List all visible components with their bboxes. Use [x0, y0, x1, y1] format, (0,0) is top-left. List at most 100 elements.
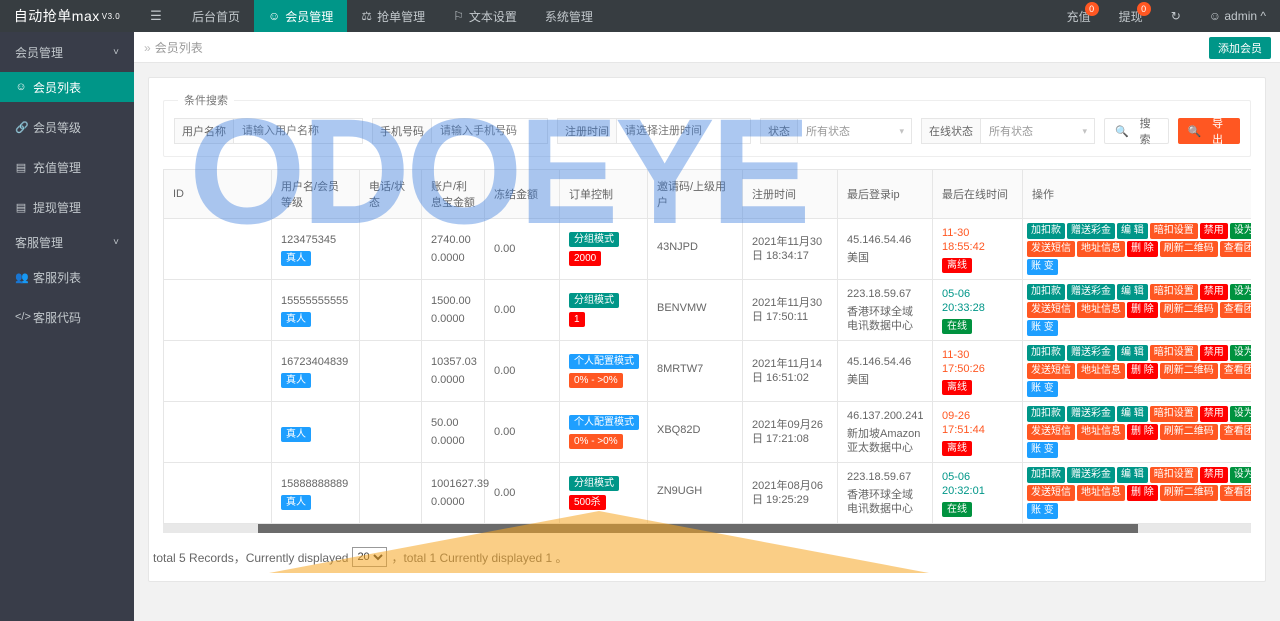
search-button-label: 搜 索: [1139, 118, 1151, 146]
sidebar-item-service-code[interactable]: </> 客服代码: [0, 302, 134, 332]
online-status-select[interactable]: 所有状态 ▾: [980, 118, 1095, 144]
nav-item-order-management[interactable]: ⚖ 抢单管理: [347, 0, 439, 32]
nav-item-text-settings[interactable]: ⚐ 文本设置: [439, 0, 531, 32]
action-button[interactable]: 赠送彩金: [1067, 467, 1115, 483]
status-select[interactable]: 所有状态 ▾: [797, 118, 912, 144]
action-button[interactable]: 刷新二维码: [1159, 424, 1218, 440]
sidebar-item-recharge-management[interactable]: ▤ 充值管理: [0, 152, 134, 182]
action-button[interactable]: 编 辑: [1117, 467, 1148, 483]
action-button[interactable]: 编 辑: [1117, 406, 1148, 422]
export-button[interactable]: 🔍 导 出: [1177, 118, 1240, 146]
action-button[interactable]: 加扣款: [1027, 467, 1065, 483]
refresh-icon[interactable]: ↻: [1157, 0, 1195, 32]
action-button[interactable]: 禁用: [1199, 406, 1228, 422]
action-button[interactable]: 编 辑: [1117, 223, 1148, 239]
action-button[interactable]: 加扣款: [1027, 345, 1065, 361]
action-button[interactable]: 暗扣设置: [1149, 345, 1198, 361]
action-button[interactable]: 刷新二维码: [1159, 302, 1218, 318]
action-button[interactable]: 账 变: [1027, 381, 1058, 397]
username-input[interactable]: [233, 118, 363, 144]
action-button[interactable]: 加扣款: [1027, 284, 1065, 300]
action-button[interactable]: 查看团队: [1219, 363, 1251, 379]
cell-last-ip: 46.137.200.241 新加坡Amazon亚太数据中心: [837, 401, 933, 463]
action-button[interactable]: 发送短信: [1027, 302, 1075, 318]
action-button[interactable]: 账 变: [1027, 320, 1058, 336]
action-button[interactable]: 设为假人: [1229, 467, 1251, 483]
action-button[interactable]: 设为假人: [1229, 223, 1251, 239]
action-button[interactable]: 发送短信: [1027, 363, 1075, 379]
action-button[interactable]: 暗扣设置: [1149, 284, 1198, 300]
action-button[interactable]: 地址信息: [1077, 424, 1125, 440]
action-button[interactable]: 赠送彩金: [1067, 223, 1115, 239]
add-member-button[interactable]: 添加会员: [1209, 37, 1271, 59]
sidebar-item-member-level[interactable]: 🔗 会员等级: [0, 112, 134, 142]
horizontal-scrollbar[interactable]: [163, 524, 1251, 533]
action-button[interactable]: 地址信息: [1077, 363, 1125, 379]
nav-item-member-management[interactable]: ☺ 会员管理: [254, 0, 348, 32]
sidebar-group-customer-service[interactable]: 客服管理 ˅: [0, 222, 134, 262]
action-button[interactable]: 赠送彩金: [1067, 406, 1115, 422]
action-button[interactable]: 设为假人: [1229, 345, 1251, 361]
action-button[interactable]: 编 辑: [1117, 345, 1148, 361]
action-button[interactable]: 账 变: [1027, 442, 1058, 458]
action-button[interactable]: 删 除: [1127, 241, 1158, 257]
action-button[interactable]: 查看团队: [1219, 485, 1251, 501]
action-button[interactable]: 暗扣设置: [1149, 467, 1198, 483]
action-button[interactable]: 禁用: [1199, 345, 1228, 361]
action-button[interactable]: 删 除: [1127, 485, 1158, 501]
recharge-button[interactable]: 充值 0: [1053, 0, 1105, 32]
action-button[interactable]: 暗扣设置: [1149, 406, 1198, 422]
nav-item-system-management[interactable]: 系统管理: [531, 0, 607, 32]
sidebar-item-label: 提现管理: [33, 200, 82, 215]
action-button[interactable]: 地址信息: [1077, 485, 1125, 501]
user-name-label: admin: [1224, 9, 1258, 23]
sidebar-item-withdraw-management[interactable]: ▤ 提现管理: [0, 192, 134, 222]
action-button[interactable]: 账 变: [1027, 259, 1058, 275]
user-menu[interactable]: ☺ admin ^: [1195, 0, 1280, 32]
action-button[interactable]: 查看团队: [1219, 241, 1251, 257]
sidebar-group-member-management[interactable]: 会员管理 ˅: [0, 32, 134, 72]
sidebar-item-member-list[interactable]: ☺ 会员列表: [0, 72, 134, 102]
action-button[interactable]: 发送短信: [1027, 424, 1075, 440]
action-button[interactable]: 禁用: [1199, 223, 1228, 239]
action-button[interactable]: 设为假人: [1229, 406, 1251, 422]
username-field-group: 用户名称: [174, 118, 363, 144]
search-button[interactable]: 🔍 搜 索: [1104, 118, 1169, 146]
breadcrumb-bar: » 会员列表 添加会员: [134, 32, 1280, 63]
action-button[interactable]: 发送短信: [1027, 241, 1075, 257]
action-button[interactable]: 查看团队: [1219, 302, 1251, 318]
action-button[interactable]: 赠送彩金: [1067, 345, 1115, 361]
action-button[interactable]: 发送短信: [1027, 485, 1075, 501]
nav-item-home[interactable]: 后台首页: [178, 0, 254, 32]
action-button[interactable]: 刷新二维码: [1159, 241, 1218, 257]
action-button[interactable]: 账 变: [1027, 503, 1058, 519]
action-button[interactable]: 禁用: [1199, 284, 1228, 300]
action-button[interactable]: 加扣款: [1027, 223, 1065, 239]
phone-input[interactable]: [431, 118, 548, 144]
action-button[interactable]: 删 除: [1127, 363, 1158, 379]
menu-icon[interactable]: ☰: [134, 0, 178, 32]
action-button[interactable]: 删 除: [1127, 302, 1158, 318]
username-value: 15888888889: [281, 477, 349, 490]
action-button[interactable]: 加扣款: [1027, 406, 1065, 422]
sidebar-group-label: 客服管理: [15, 235, 64, 250]
action-button[interactable]: 禁用: [1199, 467, 1228, 483]
cell-reg-time: 2021年09月26日 17:21:08: [742, 401, 838, 463]
cell-phone-status: [359, 401, 422, 463]
action-button[interactable]: 地址信息: [1077, 302, 1125, 318]
withdraw-button[interactable]: 提现 0: [1105, 0, 1157, 32]
page-size-select[interactable]: 20: [352, 547, 388, 567]
action-button[interactable]: 编 辑: [1117, 284, 1148, 300]
action-button[interactable]: 刷新二维码: [1159, 485, 1218, 501]
regtime-input[interactable]: [616, 118, 751, 144]
action-button[interactable]: 删 除: [1127, 424, 1158, 440]
action-button[interactable]: 设为假人: [1229, 284, 1251, 300]
action-button[interactable]: 查看团队: [1219, 424, 1251, 440]
action-button[interactable]: 赠送彩金: [1067, 284, 1115, 300]
scrollbar-thumb[interactable]: [258, 524, 1138, 533]
action-button[interactable]: 暗扣设置: [1149, 223, 1198, 239]
sidebar-item-service-list[interactable]: 👥 客服列表: [0, 262, 134, 292]
action-button[interactable]: 地址信息: [1077, 241, 1125, 257]
action-button[interactable]: 刷新二维码: [1159, 363, 1218, 379]
order-value-tag: 500杀: [569, 495, 606, 510]
